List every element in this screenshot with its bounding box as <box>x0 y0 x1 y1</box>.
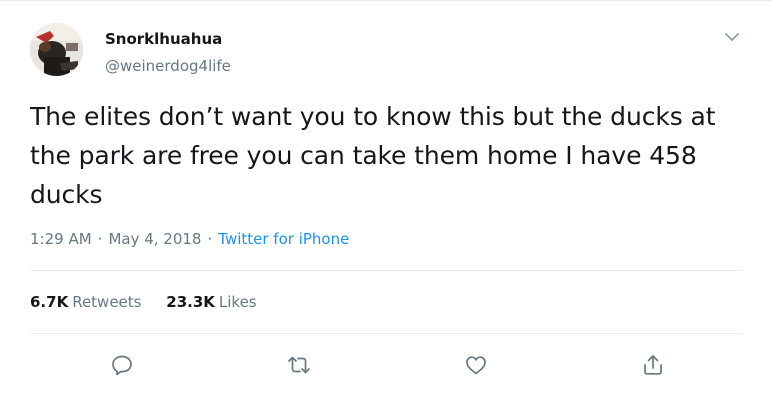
divider <box>30 333 742 334</box>
retweets-count: 6.7K <box>30 293 69 311</box>
heart-icon[interactable] <box>463 352 489 378</box>
reply-icon[interactable] <box>109 352 135 378</box>
tweet-date[interactable]: May 4, 2018 <box>108 230 201 248</box>
chevron-down-icon[interactable] <box>722 27 742 47</box>
tweet-text: The elites don’t want you to know this b… <box>30 102 716 209</box>
meta-separator: · <box>97 230 103 248</box>
meta-separator: · <box>207 230 213 248</box>
avatar-image <box>30 23 83 76</box>
likes-stat[interactable]: 23.3K Likes <box>166 293 256 311</box>
tweet-card: Snorklhuahua @weinerdog4life The elites … <box>0 0 772 405</box>
retweets-stat[interactable]: 6.7K Retweets <box>30 293 141 311</box>
tweet-time[interactable]: 1:29 AM <box>30 230 92 248</box>
tweet-source-link[interactable]: Twitter for iPhone <box>218 230 349 248</box>
likes-label: Likes <box>218 293 257 311</box>
divider <box>30 270 742 271</box>
tweet-stats: 6.7K Retweets 23.3K Likes <box>30 293 277 311</box>
tweet-meta: 1:29 AM · May 4, 2018 · Twitter for iPhone <box>30 230 349 248</box>
retweets-label: Retweets <box>72 293 142 311</box>
display-name[interactable]: Snorklhuahua <box>105 30 222 48</box>
user-handle[interactable]: @weinerdog4life <box>105 57 231 75</box>
retweet-icon[interactable] <box>286 352 312 378</box>
likes-count: 23.3K <box>166 293 215 311</box>
share-icon[interactable] <box>640 352 666 378</box>
avatar[interactable] <box>30 23 83 76</box>
